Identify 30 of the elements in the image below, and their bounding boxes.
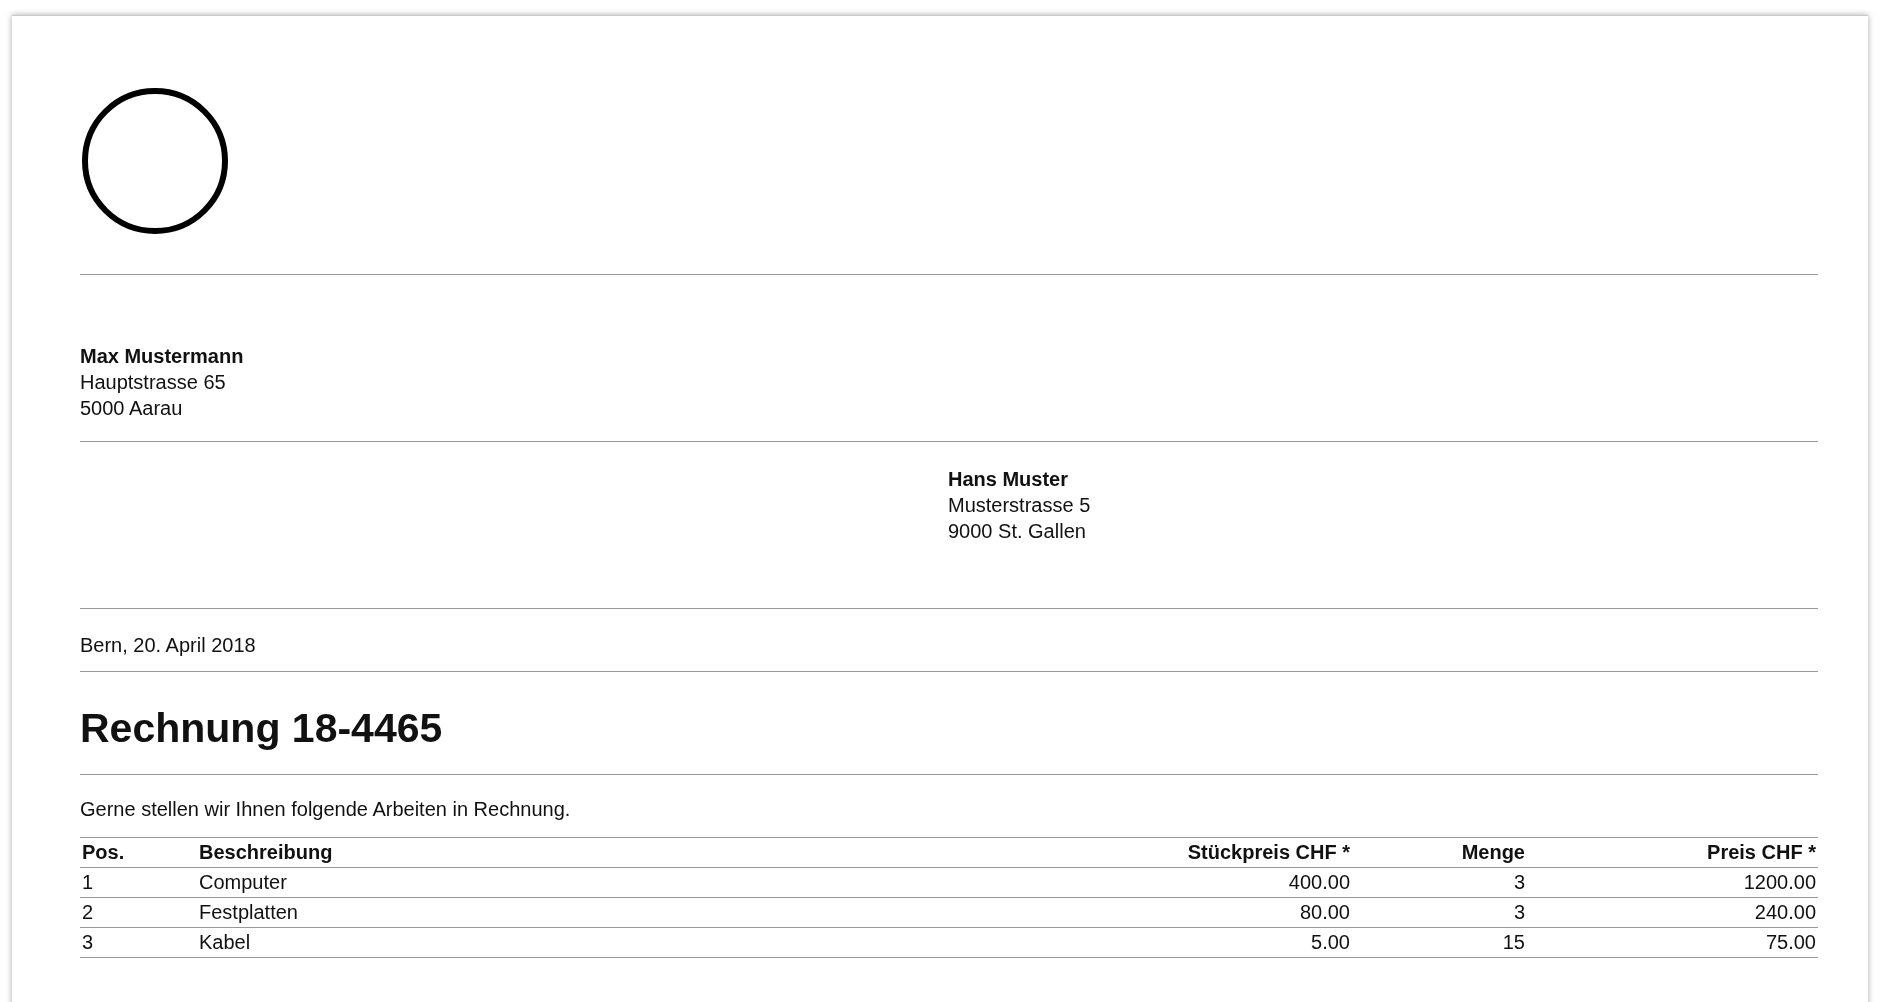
address-line: 9000 St. Gallen [948,519,1086,544]
column-header: Pos. [80,838,197,868]
table-cell: 3 [1352,868,1527,898]
table-cell: 15 [1352,928,1527,958]
column-header: Preis CHF * [1527,838,1818,868]
table-cell: 2 [80,898,197,928]
column-header: Stückpreis CHF * [1112,838,1352,868]
table-cell: 400.00 [1112,868,1352,898]
column-header: Menge [1352,838,1527,868]
circle-logo-icon [80,86,230,236]
address-name: Hans Muster [948,467,1069,492]
invoice-title: Rechnung 18-4465 [80,704,443,753]
column-header: Beschreibung [197,838,1112,868]
table-cell: 80.00 [1112,898,1352,928]
address-line: 5000 Aarau [80,396,183,421]
table-cell: Kabel [197,928,1112,958]
table-cell: 75.00 [1527,928,1818,958]
address-name: Max Mustermann [80,344,244,369]
table-cell: 3 [80,928,197,958]
table-cell: 1200.00 [1527,868,1818,898]
address-line: Hauptstrasse 65 [80,370,226,395]
table-cell: Computer [197,868,1112,898]
table-cell: 1 [80,868,197,898]
table-cell: 3 [1352,898,1527,928]
invoice-date: Bern, 20. April 2018 [80,633,256,658]
address-line: Musterstrasse 5 [948,493,1091,518]
table-cell: 240.00 [1527,898,1818,928]
table-cell: Festplatten [197,898,1112,928]
table-cell: 5.00 [1112,928,1352,958]
intro-text: Gerne stellen wir Ihnen folgende Arbeiten in Rechnung. [80,797,571,822]
